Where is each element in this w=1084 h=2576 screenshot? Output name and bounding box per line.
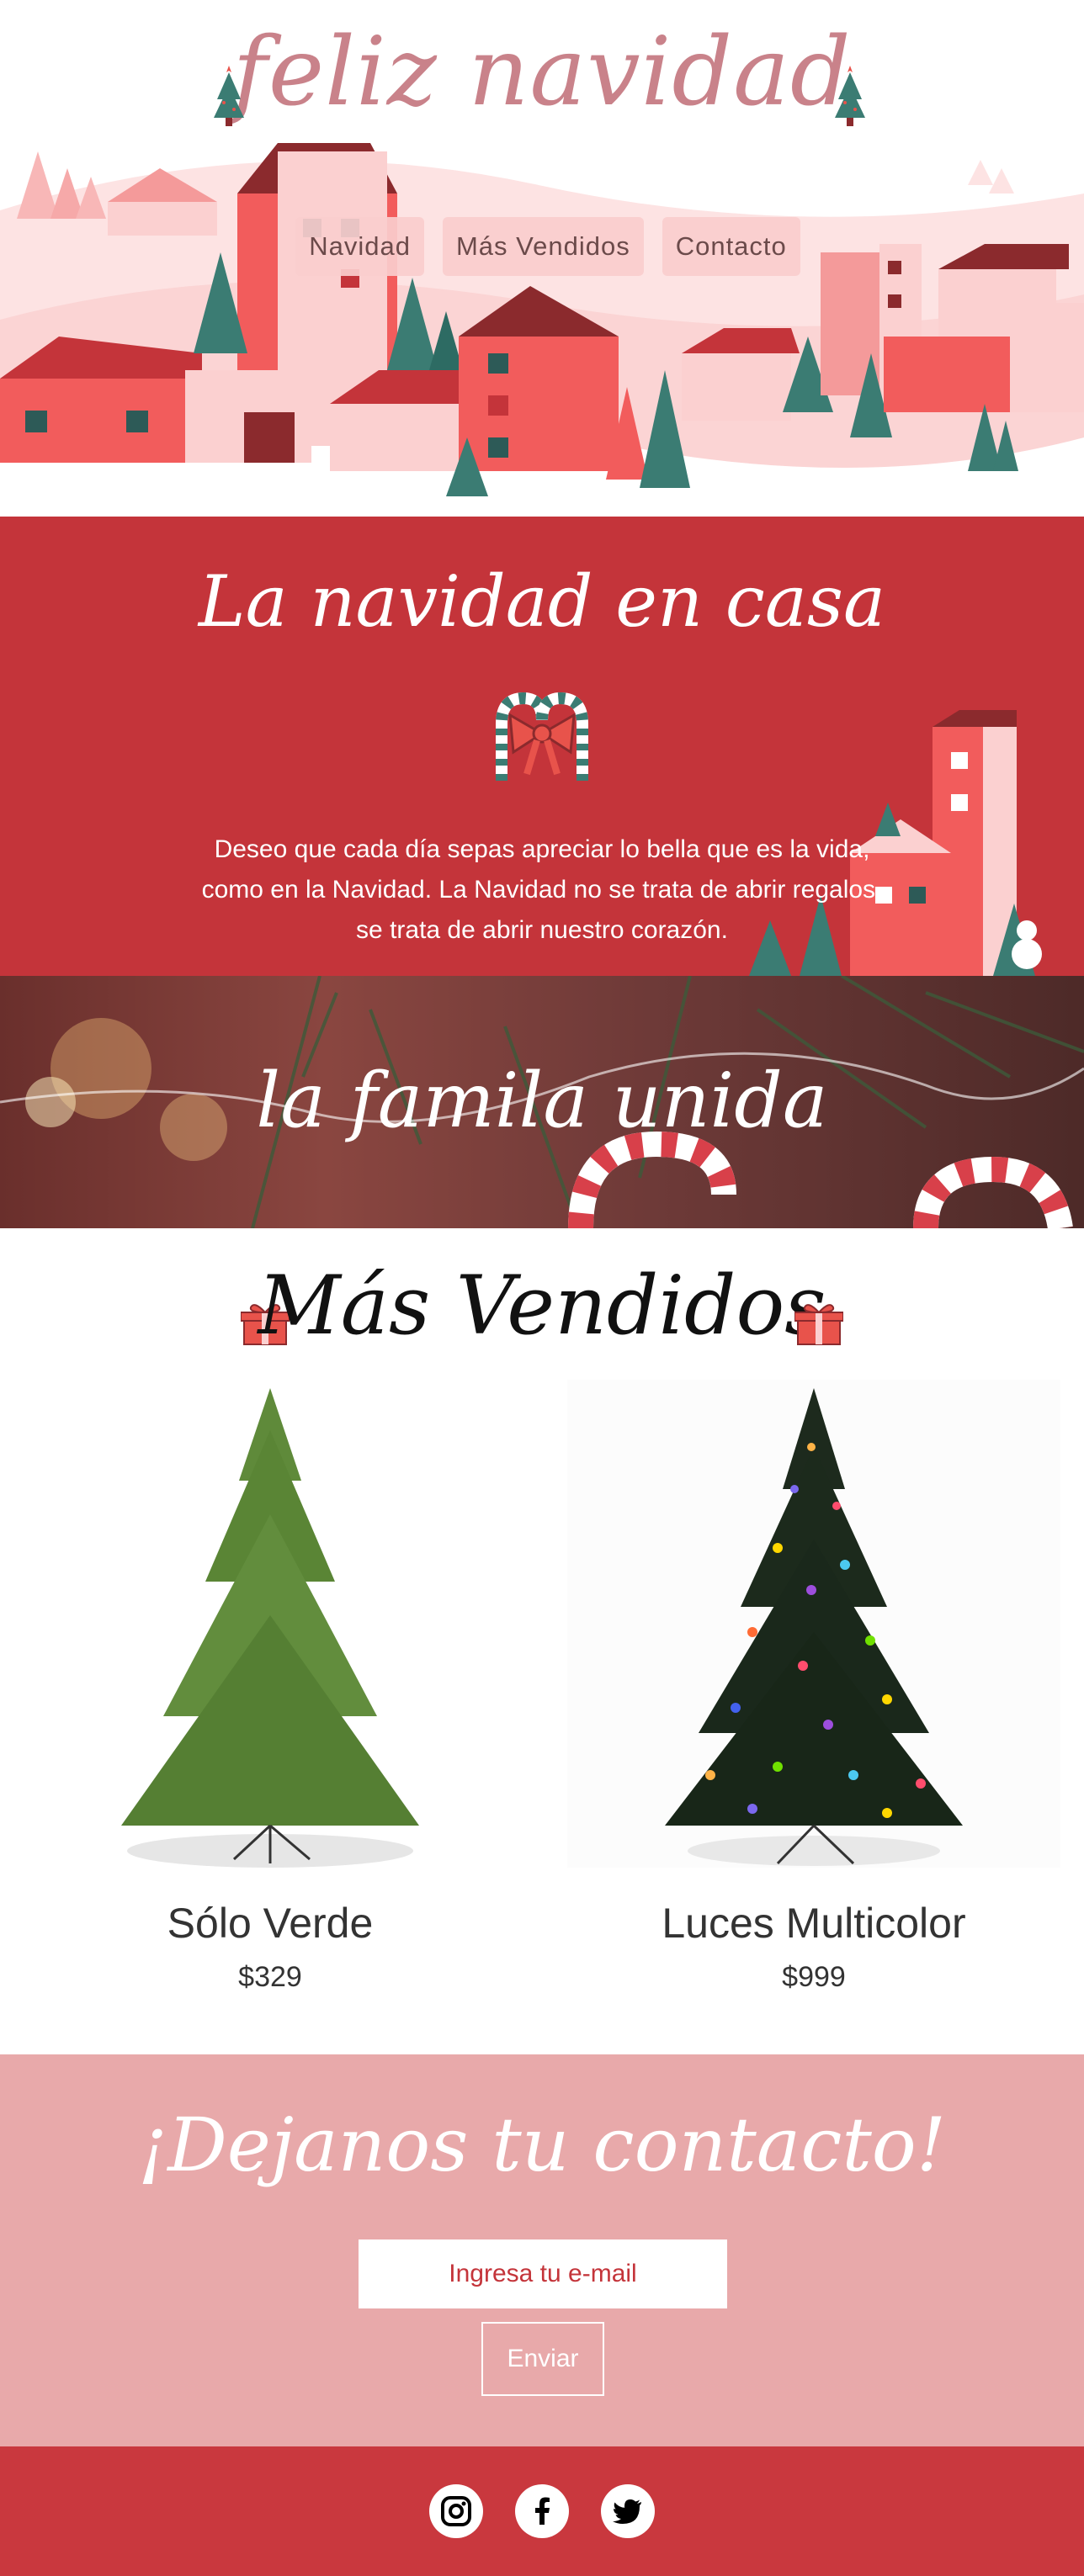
casa-section: La navidad en casa Deseo que cada día se… — [0, 517, 1084, 976]
footer — [0, 2446, 1084, 2576]
casa-title: La navidad en casa — [198, 560, 886, 643]
brand-title: feliz navidad — [232, 18, 852, 127]
header-hero: feliz navidad Navidad Más Vendidos Conta… — [0, 0, 1084, 517]
contact-section: ¡Dejanos tu contacto! Enviar — [0, 2054, 1084, 2446]
product-name: Sólo Verde — [167, 1900, 374, 1947]
mas-vendidos-title: Más Vendidos — [258, 1259, 826, 1353]
nav-contacto[interactable]: Contacto — [662, 217, 800, 276]
green-tree-image — [121, 1388, 419, 1868]
product-card[interactable]: Luces Multicolor $999 — [567, 1380, 1060, 1994]
mas-vendidos-section: Más Vendidos Sólo Verde $329 Luces Multi… — [0, 1228, 1084, 2054]
christmas-tree-icon — [835, 66, 865, 126]
product-price: $999 — [782, 1961, 846, 1993]
product-card[interactable]: Sólo Verde $329 — [24, 1380, 517, 1994]
casa-text: Deseo que cada día sepas apreciar lo bel… — [201, 835, 883, 944]
product-name: Luces Multicolor — [662, 1900, 966, 1947]
contact-title: ¡Dejanos tu contacto! — [137, 2102, 947, 2188]
nav-mas-vendidos[interactable]: Más Vendidos — [442, 217, 644, 276]
gift-icon — [794, 1304, 843, 1345]
send-button[interactable]: Enviar — [481, 2322, 604, 2396]
instagram-icon[interactable] — [429, 2484, 483, 2538]
product-price: $329 — [238, 1961, 302, 1993]
main-nav: Navidad Más Vendidos Contacto — [0, 217, 1084, 276]
email-input[interactable] — [359, 2239, 727, 2308]
candy-cane-bow-icon — [496, 692, 588, 781]
familia-banner: la famila unida — [0, 976, 1084, 1228]
familia-title: la famila unida — [256, 1057, 828, 1145]
twitter-icon[interactable] — [601, 2484, 655, 2538]
facebook-icon[interactable] — [515, 2484, 569, 2538]
christmas-tree-icon — [214, 66, 244, 126]
multicolor-tree-image — [567, 1380, 1060, 1868]
nav-navidad[interactable]: Navidad — [295, 217, 424, 276]
